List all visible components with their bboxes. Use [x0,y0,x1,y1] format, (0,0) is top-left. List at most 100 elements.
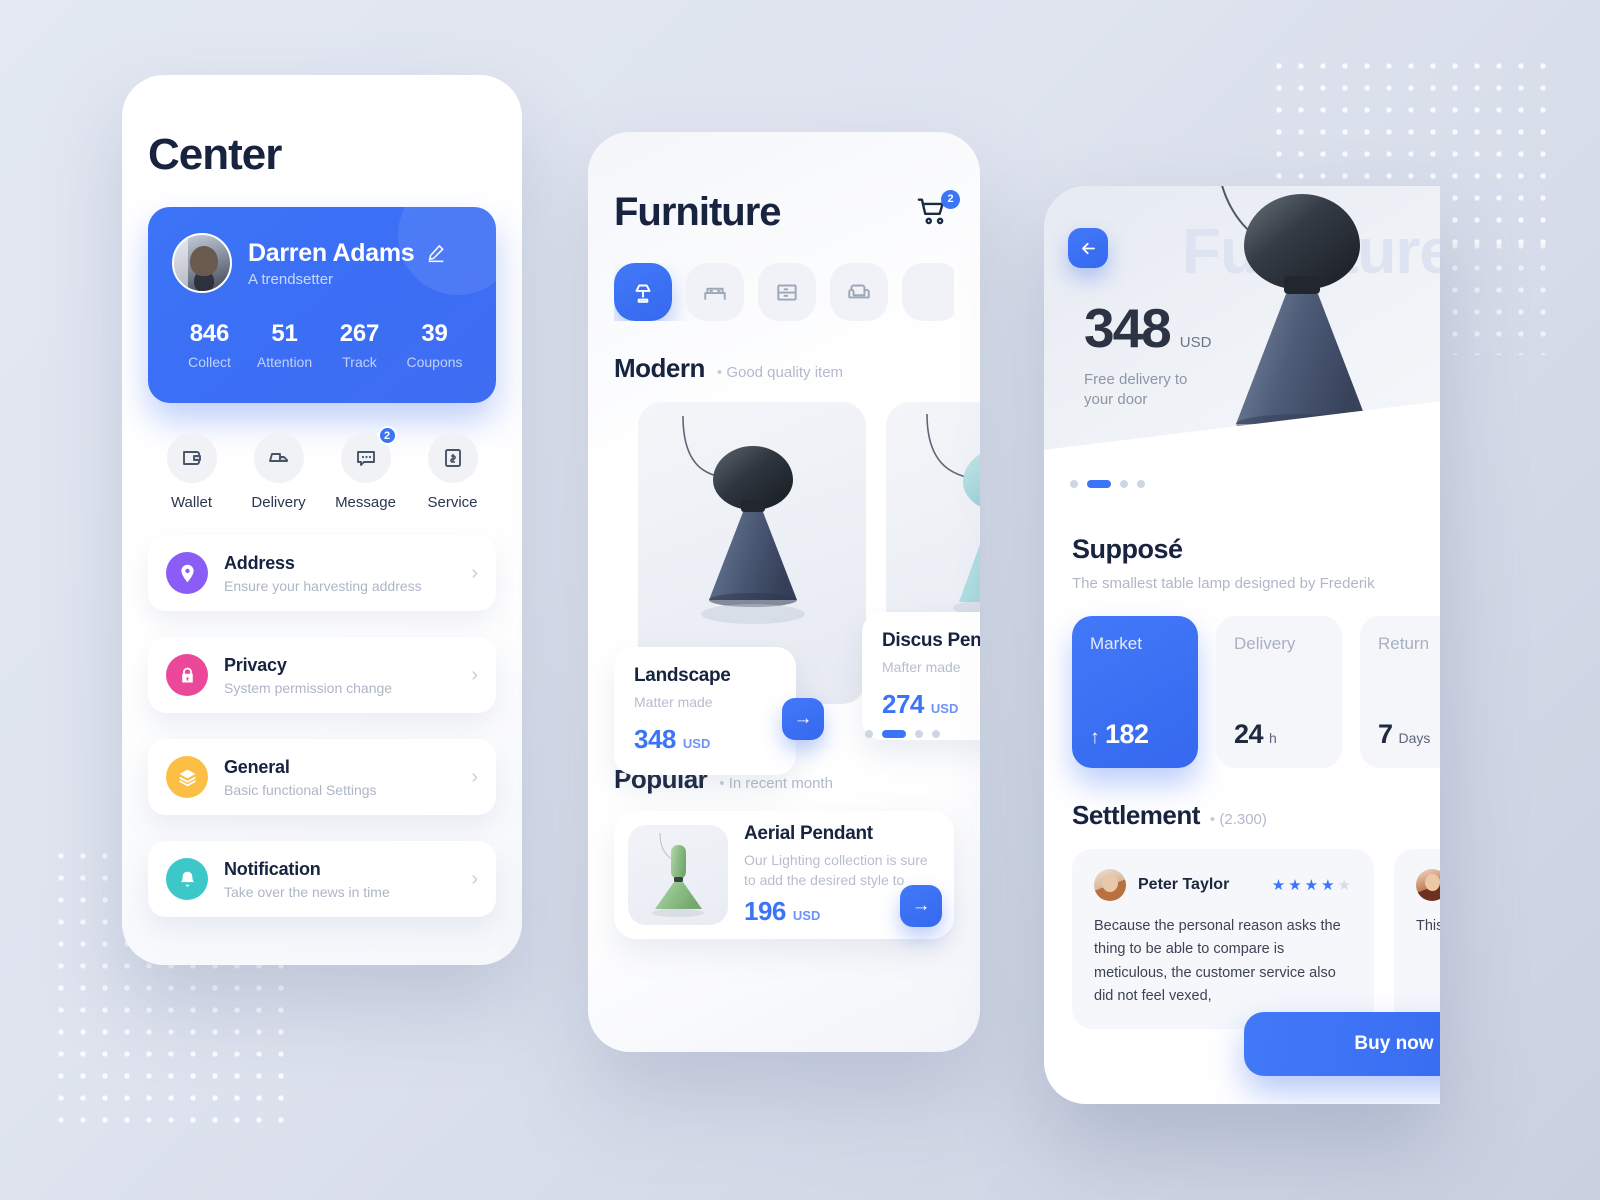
stat-coupons[interactable]: 39 Coupons [397,320,472,370]
settings-menu-list: Address Ensure your harvesting address ›… [148,535,496,917]
hero-dot[interactable] [1120,480,1128,488]
product-price-card[interactable]: Discus Pendant Mafter made 274 USD [862,612,980,740]
menu-item-subtitle: Ensure your harvesting address [224,577,422,594]
product-description: The smallest table lamp designed by Fred… [1072,575,1375,592]
review-text: This temp prac [1416,918,1440,934]
category-lamp[interactable] [614,263,672,321]
product-price: 274 [882,689,924,719]
buy-now-button[interactable]: Buy now [1244,1012,1440,1076]
carousel-dot-active[interactable] [882,730,906,738]
back-button[interactable] [1068,228,1108,268]
menu-item-general[interactable]: General Basic functional Settings › [148,739,496,815]
quick-action-label: Wallet [170,494,213,511]
product-price-card[interactable]: Landscape Matter made 348 USD [614,647,796,775]
spec-value: 24 [1234,719,1264,749]
menu-item-title: Address [224,552,295,573]
spec-return[interactable]: Return 7 Days [1360,616,1440,768]
rating-stars: ★ ★ ★ ★ ★ [1272,876,1352,894]
menu-item-notification[interactable]: Notification Take over the news in time … [148,841,496,917]
product-carousel[interactable]: Landscape Matter made 348 USD Discus Pen… [614,402,980,775]
product-name: Discus Pendant [882,630,980,651]
category-dresser[interactable] [758,263,816,321]
category-sofa[interactable] [830,263,888,321]
quick-action-wallet[interactable]: Wallet [148,433,235,511]
lamp-icon [635,284,651,303]
product-currency: USD [682,736,711,751]
carousel-dot[interactable] [865,730,873,738]
quick-actions-row: Wallet Delivery 2 Message Service [148,426,496,511]
section-modern: Modern Good quality item [614,353,954,384]
wallet-icon [166,433,217,483]
spec-delivery[interactable]: Delivery 24 h [1216,616,1342,768]
popular-item-card[interactable]: Aerial Pendant Our Lighting collection i… [614,811,954,939]
user-name: Darren Adams [248,238,415,267]
hero-pagination[interactable] [1070,480,1145,488]
menu-item-privacy[interactable]: Privacy System permission change › [148,637,496,713]
star-filled: ★ [1321,877,1336,894]
location-pin-icon [166,552,208,594]
stat-attention[interactable]: 51 Attention [247,320,322,370]
spec-value: 7 [1378,719,1393,749]
menu-item-title: Privacy [224,654,287,675]
category-bed[interactable] [686,263,744,321]
carousel-dot[interactable] [915,730,923,738]
carousel-pagination[interactable] [865,730,940,738]
green-lamp-illustration [652,832,704,917]
menu-item-title: Notification [224,858,321,879]
settlement-header: Settlement (2.300) [1072,800,1412,831]
product-subtitle: Matter made [634,694,713,710]
stat-value: 39 [421,320,448,347]
message-icon: 2 [340,426,397,483]
quick-action-service[interactable]: Service [409,433,496,511]
product-go-button[interactable]: → [782,698,824,740]
cart-button[interactable]: 2 [916,189,960,232]
stat-value: 267 [339,320,380,347]
profile-card: Darren Adams A trendsetter 846 Collect 5… [148,207,496,403]
stat-collect[interactable]: 846 Collect [172,320,247,370]
popular-go-button[interactable]: → [900,885,942,927]
stat-label: Collect [188,354,231,370]
product-detail-body: Supposé The smallest table lamp designed… [1044,506,1440,1029]
settlement-title: Settlement [1072,800,1200,830]
star-filled: ★ [1304,877,1320,894]
avatar [1416,869,1440,901]
bell-icon [166,858,208,900]
star-filled: ★ [1271,877,1287,894]
spec-label: Return [1378,634,1430,653]
hero-dot[interactable] [1070,480,1078,488]
dresser-icon [777,284,797,301]
hero-price-block: 348 USD Free delivery to your door [1084,296,1211,411]
review-card[interactable]: Peter Taylor ★ ★ ★ ★ ★ Because the perso… [1072,849,1374,1029]
section-title: Modern [614,353,705,383]
product-name: Landscape [634,665,731,686]
spec-row: Market ↑ 182 Delivery 24 h Return 7 Days [1072,616,1440,768]
stat-value: 846 [189,320,230,347]
popular-item-currency: USD [792,908,821,924]
popular-item-price: 196 [744,896,786,927]
menu-item-title: General [224,756,290,777]
spec-prefix: ↑ [1090,727,1100,748]
pencil-icon[interactable] [426,243,446,263]
delivery-note: Free delivery to your door [1084,371,1188,409]
quick-action-message[interactable]: 2 Message [322,426,409,511]
spec-unit: h [1269,730,1277,746]
carousel-dot[interactable] [932,730,940,738]
category-more[interactable] [902,263,954,321]
reviews-row[interactable]: Peter Taylor ★ ★ ★ ★ ★ Because the perso… [1072,849,1440,1029]
spec-market[interactable]: Market ↑ 182 [1072,616,1198,768]
menu-item-subtitle: Take over the news in time [224,883,390,900]
hero-dot[interactable] [1137,480,1145,488]
stat-track[interactable]: 267 Track [322,320,397,370]
spec-value: 182 [1105,719,1149,749]
section-note: Good quality item [717,364,843,381]
category-row [614,263,954,321]
review-card[interactable]: This temp prac [1394,849,1440,1029]
user-subtitle: A trendsetter [248,270,334,288]
message-badge: 2 [377,426,397,445]
hero-dot-active[interactable] [1087,480,1111,488]
quick-action-delivery[interactable]: Delivery [235,433,322,511]
chevron-right-icon: › [471,562,478,584]
avatar [1094,869,1126,901]
chevron-right-icon: › [471,664,478,686]
menu-item-address[interactable]: Address Ensure your harvesting address › [148,535,496,611]
